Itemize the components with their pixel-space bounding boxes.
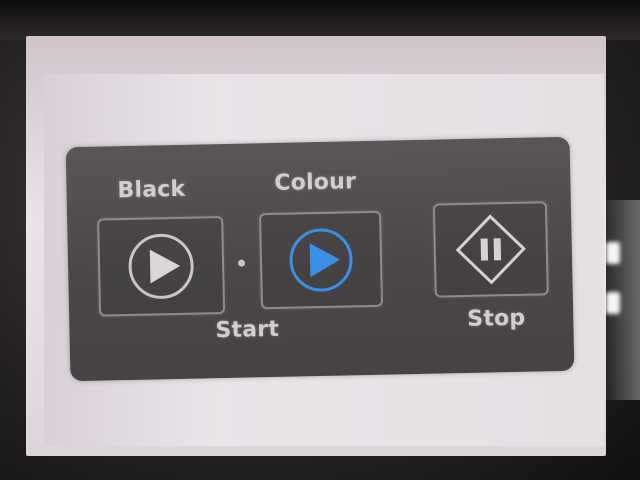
stop-label: Stop (467, 305, 526, 332)
pause-diamond-icon (455, 214, 526, 285)
stop-button[interactable] (432, 201, 549, 298)
play-icon (289, 228, 353, 292)
black-start-button[interactable] (97, 216, 226, 317)
glare-spot (606, 292, 620, 314)
photo-scene: { "panel": { "black_label": "Black", "co… (0, 0, 640, 480)
print-control-panel: Black Colour Start Stop (65, 136, 575, 382)
black-label: Black (117, 176, 186, 204)
colour-start-button[interactable] (259, 210, 384, 310)
device-bezel (0, 0, 640, 40)
play-icon (128, 233, 194, 299)
separator-dot (237, 259, 246, 267)
glare-spot (606, 242, 620, 264)
start-label: Start (215, 316, 280, 344)
colour-label: Colour (274, 169, 357, 196)
